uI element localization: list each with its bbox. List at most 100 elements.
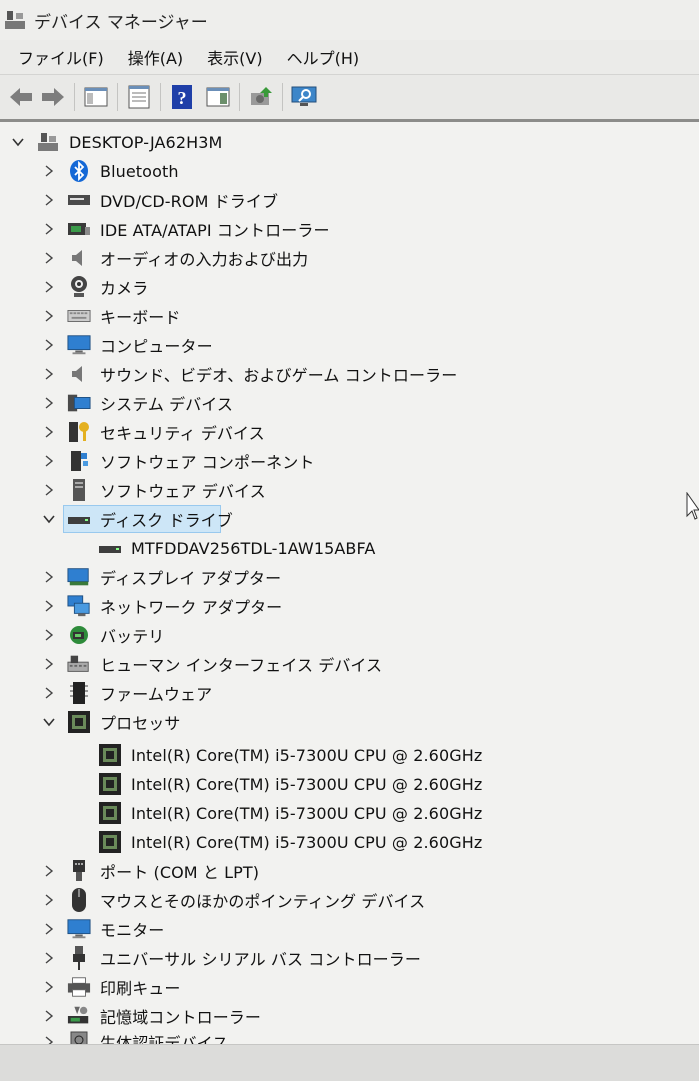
chevron-right-icon[interactable] — [42, 951, 56, 965]
menu-file[interactable]: ファイル(F) — [12, 43, 110, 71]
processor-icon — [98, 830, 122, 854]
chevron-down-icon[interactable] — [11, 135, 25, 149]
chevron-right-icon[interactable] — [42, 628, 56, 642]
chevron-down-icon[interactable] — [42, 512, 56, 526]
window-title: デバイス マネージャー — [34, 12, 208, 33]
category-label: カメラ — [100, 279, 149, 298]
chevron-right-icon[interactable] — [42, 922, 56, 936]
chevron-right-icon[interactable] — [42, 222, 56, 236]
category-label: セキュリティ デバイス — [100, 424, 265, 443]
scan-hardware-icon[interactable] — [289, 82, 319, 112]
title-bar: デバイス マネージャー — [0, 0, 699, 40]
disk-drive-icon — [67, 507, 91, 531]
category-label: DVD/CD-ROM ドライブ — [100, 192, 279, 211]
status-bar — [0, 1044, 699, 1081]
menu-view[interactable]: 表示(V) — [201, 43, 268, 71]
ide-controller-icon — [67, 217, 91, 241]
disk-drive-icon — [98, 536, 122, 560]
chevron-right-icon[interactable] — [42, 193, 56, 207]
chevron-right-icon[interactable] — [42, 483, 56, 497]
show-hide-console-tree-icon[interactable] — [81, 82, 111, 112]
chevron-right-icon[interactable] — [42, 980, 56, 994]
category-label: ヒューマン インターフェイス デバイス — [100, 656, 383, 675]
chevron-right-icon[interactable] — [42, 1035, 56, 1044]
display-adapter-icon — [67, 565, 91, 589]
chevron-right-icon[interactable] — [42, 893, 56, 907]
software-device-icon — [67, 478, 91, 502]
toolbar-separator — [160, 83, 161, 111]
chevron-right-icon[interactable] — [42, 864, 56, 878]
usb-icon — [67, 946, 91, 970]
camera-icon — [67, 275, 91, 299]
chevron-right-icon[interactable] — [42, 1009, 56, 1023]
speaker-icon — [67, 246, 91, 270]
category-label: マウスとそのほかのポインティング デバイス — [100, 892, 426, 911]
computer-name: DESKTOP-JA62H3M — [69, 132, 223, 152]
toolbar-separator — [282, 83, 283, 111]
category-label: ディスク ドライブ — [100, 511, 233, 530]
action-pane-icon[interactable] — [203, 82, 233, 112]
software-component-icon — [67, 449, 91, 473]
device-label: Intel(R) Core(TM) i5-7300U CPU @ 2.60GHz — [131, 803, 483, 823]
chevron-right-icon[interactable] — [42, 657, 56, 671]
svg-text:?: ? — [178, 88, 187, 108]
category-label: ソフトウェア コンポーネント — [100, 453, 315, 472]
biometric-icon — [67, 1030, 91, 1044]
category-label: プロセッサ — [100, 714, 181, 733]
category-label: IDE ATA/ATAPI コントローラー — [100, 221, 330, 240]
category-label: バッテリ — [100, 627, 165, 646]
help-icon[interactable]: ? — [167, 82, 197, 112]
mouse-icon — [67, 888, 91, 912]
firmware-icon — [67, 681, 91, 705]
processor-icon — [98, 801, 122, 825]
menu-bar: ファイル(F) 操作(A) 表示(V) ヘルプ(H) — [0, 40, 699, 75]
hid-icon — [67, 652, 91, 676]
category-label: ポート (COM と LPT) — [100, 863, 260, 882]
category-label: オーディオの入力および出力 — [100, 250, 309, 269]
category-label: システム デバイス — [100, 395, 234, 414]
chevron-right-icon[interactable] — [42, 599, 56, 613]
menu-action[interactable]: 操作(A) — [122, 43, 189, 71]
device-label: MTFDDAV256TDL-1AW15ABFA — [131, 538, 376, 558]
back-arrow-icon[interactable] — [6, 82, 36, 112]
update-driver-icon[interactable] — [246, 82, 276, 112]
chevron-right-icon[interactable] — [42, 570, 56, 584]
chevron-right-icon[interactable] — [42, 280, 56, 294]
category-label: コンピューター — [100, 337, 213, 356]
bluetooth-icon — [67, 159, 91, 183]
chevron-down-icon[interactable] — [42, 715, 56, 729]
battery-icon — [67, 623, 91, 647]
forward-arrow-icon[interactable] — [38, 82, 68, 112]
computer-tree-icon — [36, 130, 60, 154]
category-label: 生体認証デバイス — [100, 1034, 229, 1044]
toolbar: ? — [0, 75, 699, 122]
toolbar-separator — [74, 83, 75, 111]
category-label: ソフトウェア デバイス — [100, 482, 266, 501]
chevron-right-icon[interactable] — [42, 251, 56, 265]
port-icon — [67, 859, 91, 883]
chevron-right-icon[interactable] — [42, 164, 56, 178]
selected-item-highlight: ディスク ドライブ — [63, 505, 233, 533]
processor-icon — [67, 710, 91, 734]
processor-icon — [98, 772, 122, 796]
chevron-right-icon[interactable] — [42, 338, 56, 352]
chevron-right-icon[interactable] — [42, 425, 56, 439]
device-tree[interactable]: DESKTOP-JA62H3M Bluetooth DVD/CD-ROM ドライ… — [0, 122, 699, 1044]
device-label: Intel(R) Core(TM) i5-7300U CPU @ 2.60GHz — [131, 745, 483, 765]
speaker-icon — [67, 362, 91, 386]
properties-icon[interactable] — [124, 82, 154, 112]
menu-help[interactable]: ヘルプ(H) — [281, 43, 366, 71]
device-label: Intel(R) Core(TM) i5-7300U CPU @ 2.60GHz — [131, 774, 483, 794]
category-label: モニター — [100, 921, 165, 940]
chevron-right-icon[interactable] — [42, 367, 56, 381]
category-label: サウンド、ビデオ、およびゲーム コントローラー — [100, 366, 458, 385]
chevron-right-icon[interactable] — [42, 454, 56, 468]
network-adapter-icon — [67, 594, 91, 618]
category-label: ユニバーサル シリアル バス コントローラー — [100, 950, 421, 969]
printer-icon — [67, 975, 91, 999]
category-label: 記憶域コントローラー — [100, 1008, 262, 1027]
chevron-right-icon[interactable] — [42, 396, 56, 410]
chevron-right-icon[interactable] — [42, 309, 56, 323]
chevron-right-icon[interactable] — [42, 686, 56, 700]
toolbar-separator — [239, 83, 240, 111]
